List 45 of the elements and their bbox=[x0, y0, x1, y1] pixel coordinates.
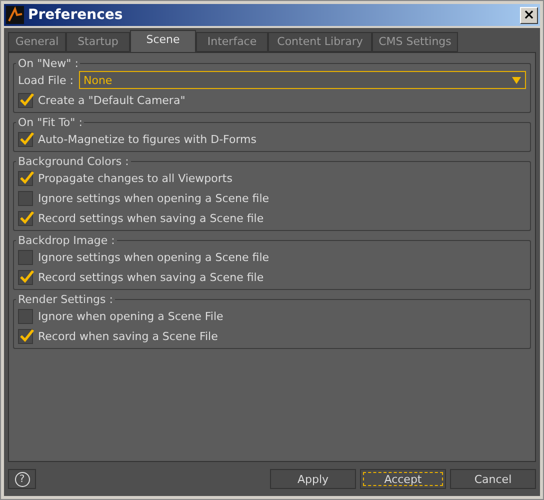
checkbox[interactable] bbox=[18, 250, 33, 264]
tab[interactable]: CMS Settings bbox=[372, 32, 458, 52]
tab[interactable]: Startup bbox=[66, 32, 130, 52]
checkbox-label: Ignore settings when opening a Scene file bbox=[38, 192, 270, 204]
checkbox-label: Ignore when opening a Scene File bbox=[38, 310, 224, 322]
window-title: Preferences bbox=[28, 7, 124, 23]
app-logo-icon bbox=[6, 6, 24, 24]
dialog-button[interactable]: Apply bbox=[270, 469, 356, 489]
checkbox[interactable] bbox=[18, 92, 33, 108]
group-title: Render Settings : bbox=[17, 293, 114, 306]
checkbox[interactable] bbox=[18, 170, 33, 186]
tab[interactable]: Content Library bbox=[268, 32, 372, 52]
group-title: On "New" : bbox=[17, 57, 80, 70]
checkbox-label: Propagate changes to all Viewports bbox=[38, 172, 232, 184]
dialog-button[interactable]: Accept bbox=[360, 469, 446, 489]
field-label: Load File : bbox=[18, 74, 74, 86]
checkbox[interactable] bbox=[18, 308, 33, 324]
group-title: Backdrop Image : bbox=[17, 234, 116, 247]
checkbox-label: Record when saving a Scene File bbox=[38, 330, 218, 342]
checkbox-label: Create a "Default Camera" bbox=[38, 94, 186, 106]
check-icon bbox=[19, 328, 34, 342]
group-title: On "Fit To" : bbox=[17, 116, 84, 129]
close-button[interactable]: × bbox=[520, 6, 538, 24]
checkbox[interactable] bbox=[18, 270, 33, 284]
checkbox[interactable] bbox=[18, 210, 33, 226]
checkbox[interactable] bbox=[18, 328, 33, 344]
group-title: Background Colors : bbox=[17, 155, 130, 168]
checkbox[interactable] bbox=[18, 132, 33, 146]
tab[interactable]: Interface bbox=[196, 32, 268, 52]
checkbox-label: Record settings when saving a Scene file bbox=[38, 212, 264, 224]
tab[interactable]: General bbox=[8, 32, 66, 52]
dialog-button[interactable]: Cancel bbox=[450, 469, 536, 489]
check-icon bbox=[19, 170, 34, 184]
checkbox-label: Auto-Magnetize to figures with D-Forms bbox=[38, 132, 256, 146]
help-button[interactable]: ? bbox=[8, 469, 36, 489]
check-icon bbox=[19, 92, 34, 106]
checkbox-label: Record settings when saving a Scene file bbox=[38, 270, 264, 284]
check-icon bbox=[19, 130, 34, 144]
dropdown[interactable]: None bbox=[78, 71, 526, 89]
checkbox[interactable] bbox=[18, 190, 33, 206]
caret-icon bbox=[512, 76, 521, 84]
check-icon bbox=[19, 210, 34, 224]
checkbox-label: Ignore settings when opening a Scene file bbox=[38, 250, 270, 264]
check-icon bbox=[19, 268, 34, 282]
tab[interactable]: Scene bbox=[130, 30, 196, 52]
